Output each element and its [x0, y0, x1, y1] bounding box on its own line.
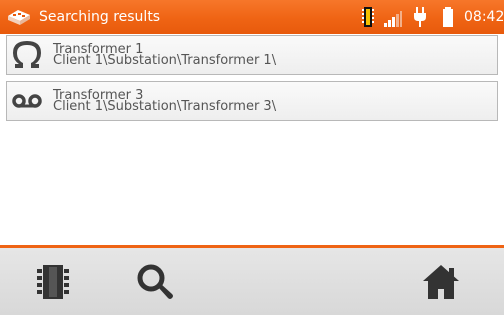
item-path: Client 1\Substation\Transformer 1\ [53, 53, 277, 68]
home-icon [423, 264, 459, 299]
memory-chip-icon [37, 264, 69, 299]
battery-icon [443, 7, 453, 27]
home-button[interactable] [406, 248, 476, 315]
omega-icon [13, 41, 41, 68]
search-button[interactable] [120, 248, 190, 315]
double-loop-icon [12, 94, 42, 108]
item-path: Client 1\Substation\Transformer 3\ [53, 99, 277, 114]
search-icon [137, 264, 173, 299]
device-logo-icon [8, 10, 30, 25]
memory-card-icon [362, 7, 374, 27]
header-bar: Searching results 08:42 [0, 0, 504, 34]
clock: 08:42 [464, 9, 504, 25]
list-item[interactable]: Transformer 3 Client 1\Substation\Transf… [6, 81, 498, 121]
list-item[interactable]: Transformer 1 Client 1\Substation\Transf… [6, 35, 498, 75]
memory-button[interactable] [18, 248, 88, 315]
result-list: Transformer 1 Client 1\Substation\Transf… [6, 35, 498, 121]
bottom-toolbar [0, 248, 504, 315]
power-plug-icon [414, 7, 426, 27]
page-title: Searching results [39, 9, 161, 25]
screen: Searching results 08:42 Transformer 1 Cl… [0, 0, 504, 315]
signal-strength-icon [384, 11, 402, 27]
